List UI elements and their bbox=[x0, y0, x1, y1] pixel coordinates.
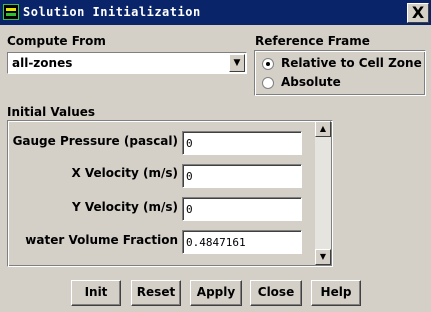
window-title: Solution Initialization bbox=[23, 5, 201, 19]
arrow-down-icon: ▼ bbox=[319, 252, 327, 261]
fluent-app-icon bbox=[3, 4, 19, 20]
chevron-down-icon[interactable]: ▼ bbox=[229, 54, 245, 72]
water-volume-fraction-label: water Volume Fraction bbox=[25, 233, 178, 247]
initial-values-label: Initial Values bbox=[7, 105, 96, 119]
compute-from-value: all-zones bbox=[12, 56, 73, 70]
water-volume-fraction-input[interactable]: 0.4847161 bbox=[182, 230, 302, 254]
help-button[interactable]: Help bbox=[311, 280, 361, 306]
radio-label: Relative to Cell Zone bbox=[281, 56, 422, 70]
apply-button[interactable]: Apply bbox=[190, 280, 242, 306]
compute-from-label: Compute From bbox=[7, 34, 106, 48]
close-button[interactable]: Close bbox=[250, 280, 302, 306]
radio-unselected-icon[interactable] bbox=[262, 77, 274, 89]
x-velocity-label: X Velocity (m/s) bbox=[71, 166, 178, 180]
vertical-scrollbar[interactable] bbox=[315, 121, 331, 265]
compute-from-dropdown[interactable]: all-zones ▼ bbox=[7, 52, 247, 74]
title-bar: Solution Initialization X bbox=[0, 0, 431, 25]
init-button[interactable]: Init bbox=[71, 280, 121, 306]
y-velocity-input[interactable]: 0 bbox=[182, 197, 302, 221]
x-velocity-input[interactable]: 0 bbox=[182, 164, 302, 188]
y-velocity-label: Y Velocity (m/s) bbox=[72, 200, 178, 214]
close-icon: X bbox=[411, 3, 425, 22]
close-window-button[interactable]: X bbox=[407, 3, 429, 23]
gauge-pressure-input[interactable]: 0 bbox=[182, 131, 302, 155]
reset-button[interactable]: Reset bbox=[131, 280, 181, 306]
gauge-pressure-label: Gauge Pressure (pascal) bbox=[12, 134, 178, 148]
arrow-up-icon: ▲ bbox=[319, 124, 327, 133]
radio-label: Absolute bbox=[281, 75, 341, 89]
scroll-up-button[interactable]: ▲ bbox=[315, 121, 331, 137]
reference-frame-label: Reference Frame bbox=[255, 34, 370, 48]
scroll-down-button[interactable]: ▼ bbox=[315, 249, 331, 265]
radio-selected-icon[interactable] bbox=[262, 58, 274, 70]
